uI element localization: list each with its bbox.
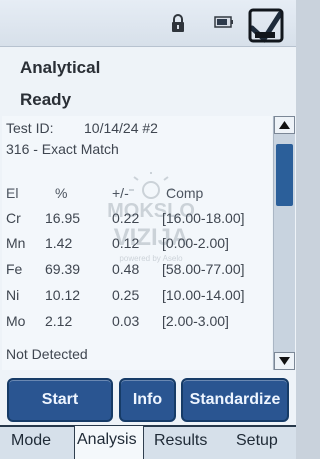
column-element: El: [6, 185, 19, 201]
info-button[interactable]: Info: [119, 378, 176, 422]
scroll-up-button[interactable]: [274, 116, 295, 134]
column-composition: Comp: [166, 185, 204, 201]
table-row-range: [0.00-2.00]: [162, 235, 229, 251]
mode-label: Analytical: [20, 58, 101, 77]
tab-mode[interactable]: Mode: [11, 432, 51, 450]
results-scrollbar[interactable]: [273, 116, 295, 370]
test-id-label: Test ID:: [6, 120, 54, 136]
chevron-down-icon: [279, 357, 290, 365]
bottom-tab-bar: Mode Analysis Results Setup: [0, 425, 296, 459]
tab-results[interactable]: Results: [154, 432, 207, 450]
standardize-button[interactable]: Standardize: [181, 378, 289, 422]
scroll-down-button[interactable]: [274, 352, 295, 370]
test-id-value: 10/14/24 #2: [84, 120, 158, 136]
table-row-range: [2.00-3.00]: [162, 313, 229, 329]
table-row-percent: 1.42: [45, 235, 73, 251]
column-percent: %: [55, 185, 68, 201]
table-row-element: Mn: [6, 235, 26, 251]
table-row-error: 0.12: [112, 235, 140, 251]
table-row-element: Cr: [6, 210, 21, 226]
results-panel: Test ID: 10/14/24 #2 316 - Exact Match E…: [2, 116, 272, 370]
table-row-range: [16.00-18.00]: [162, 210, 245, 226]
table-row-percent: 10.12: [45, 287, 81, 303]
table-row-percent: 69.39: [45, 261, 81, 277]
table-row-element: Ni: [6, 287, 20, 303]
signal-icon: [248, 8, 284, 43]
table-row-element: Fe: [6, 261, 23, 277]
lock-icon: [172, 14, 184, 32]
battery-icon: [214, 16, 233, 28]
tab-analysis[interactable]: Analysis: [74, 426, 144, 459]
status-bar: [0, 0, 296, 47]
table-row-percent: 16.95: [45, 210, 81, 226]
column-error: +/-: [112, 185, 129, 201]
chevron-up-icon: [279, 121, 290, 129]
scroll-thumb[interactable]: [276, 144, 293, 206]
table-row-error: 0.03: [112, 313, 140, 329]
match-text: 316 - Exact Match: [6, 141, 119, 157]
not-detected-label: Not Detected: [6, 346, 88, 362]
device-screen: Analytical Ready Test ID: 10/14/24 #2 31…: [0, 0, 296, 459]
start-button[interactable]: Start: [7, 378, 113, 422]
table-row-error: 0.22: [112, 210, 140, 226]
table-row-range: [10.00-14.00]: [162, 287, 245, 303]
table-row-element: Mo: [6, 313, 26, 329]
table-row-error: 0.48: [112, 261, 140, 277]
ready-label: Ready: [20, 90, 72, 109]
table-row-error: 0.25: [112, 287, 140, 303]
tab-setup[interactable]: Setup: [236, 432, 278, 450]
table-row-percent: 2.12: [45, 313, 73, 329]
table-row-range: [58.00-77.00]: [162, 261, 245, 277]
